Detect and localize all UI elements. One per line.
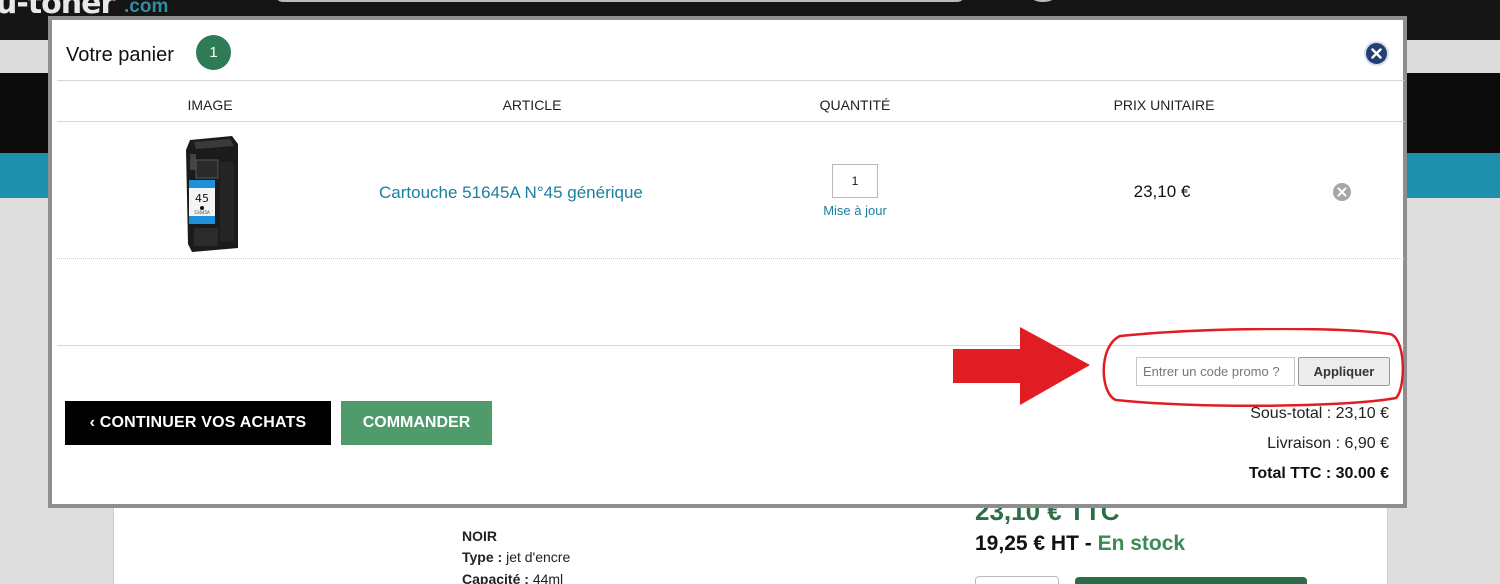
cartridge-code: 51645A (194, 210, 210, 215)
close-icon (1371, 48, 1382, 59)
product-capacity-label: Capacité : (462, 571, 529, 584)
cart-item-article-link[interactable]: Cartouche 51645A N°45 générique (379, 183, 643, 203)
remove-item-button[interactable] (1333, 183, 1351, 201)
cart-count-badge: 1 (196, 35, 231, 70)
column-header-image: IMAGE (187, 97, 233, 113)
annotation-highlight-ellipse (1102, 328, 1405, 408)
stock-status: En stock (1097, 532, 1186, 555)
divider (57, 258, 1404, 259)
divider (57, 121, 1404, 122)
product-capacity: Capacité : 44ml (462, 571, 563, 584)
product-price-ht: 19,25 € HT - En stock (975, 532, 1185, 556)
product-type-value: jet d'encre (506, 549, 571, 565)
product-card (113, 500, 1388, 584)
column-header-article: ARTICLE (502, 97, 562, 113)
product-capacity-value: 44ml (532, 571, 564, 584)
unit-price: 23,10 € (1133, 182, 1191, 201)
remove-item-icon (1337, 187, 1347, 197)
modal-title: Votre panier (66, 44, 174, 66)
checkout-button[interactable]: COMMANDER (341, 401, 492, 445)
account-icon[interactable] (1030, 0, 1056, 2)
quantity-input[interactable] (832, 164, 878, 198)
site-search-bar[interactable] (275, 0, 965, 2)
product-type: Type : jet d'encre (462, 549, 570, 565)
continue-shopping-button[interactable]: ‹ CONTINUER VOS ACHATS (65, 401, 331, 445)
cartridge-number: 45 (195, 192, 209, 205)
shipping-cost: Livraison : 6,90 € (1267, 435, 1389, 452)
column-header-unit-price: PRIX UNITAIRE (1113, 97, 1215, 113)
price-ht-value: 19,25 € HT (975, 532, 1079, 555)
product-type-label: Type : (462, 549, 503, 565)
product-color: NOIR (462, 528, 497, 544)
divider (57, 80, 1404, 81)
price-separator: - (1078, 532, 1098, 555)
update-quantity-link[interactable]: Mise à jour (823, 203, 887, 218)
column-header-quantity: QUANTITÉ (819, 97, 891, 113)
cart-modal: Votre panier 1 IMAGE ARTICLE QUANTITÉ PR… (48, 16, 1407, 508)
total-ttc: Total TTC : 30.00 € (1248, 465, 1389, 482)
ink-cartridge-image[interactable]: 45 51645A (180, 132, 242, 259)
product-quantity-field[interactable] (975, 576, 1059, 584)
close-modal-button[interactable] (1364, 41, 1389, 66)
annotation-arrow-icon (953, 327, 1090, 405)
add-to-cart-button[interactable] (1075, 577, 1307, 584)
